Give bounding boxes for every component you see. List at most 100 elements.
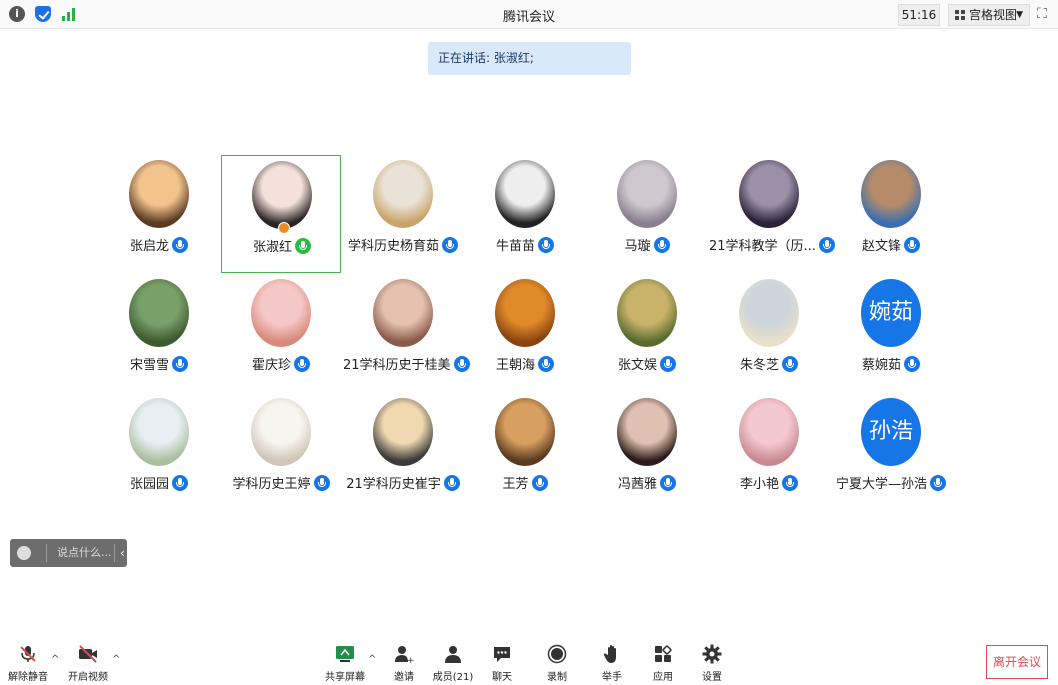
mic-icon — [294, 356, 310, 372]
mic-icon — [531, 475, 548, 491]
participant-tile[interactable]: 21学科历史于桂美 — [343, 274, 470, 392]
participant-tile[interactable]: 赵文锋 — [831, 155, 951, 273]
participant-name: 霍庆珍 — [221, 354, 341, 373]
avatar — [251, 279, 311, 347]
unmute-button[interactable]: 解除静音 — [2, 640, 54, 684]
speaking-banner: 正在讲话: 张淑红; — [428, 42, 631, 75]
avatar — [861, 160, 921, 228]
chat-input[interactable]: 说点什么... — [57, 539, 112, 567]
participant-tile[interactable]: 朱冬芝 — [709, 274, 829, 392]
settings-button[interactable]: 设置 — [686, 640, 738, 684]
participant-tile[interactable]: 21学科教学（历... — [709, 155, 835, 273]
participant-name: 张淑红 — [222, 236, 342, 255]
view-mode-label: 宫格视图 — [969, 8, 1018, 22]
participant-tile[interactable]: 21学科历史崔宇 — [343, 393, 463, 511]
participant-tile[interactable]: 冯茜雅 — [587, 393, 707, 511]
participant-tile[interactable]: 马璇 — [587, 155, 707, 273]
chevron-down-icon: ▼ — [1016, 10, 1023, 20]
participant-name: 赵文锋 — [831, 235, 951, 254]
avatar — [373, 279, 433, 347]
participant-tile[interactable]: 张启龙 — [99, 155, 219, 273]
hand-icon — [603, 645, 616, 663]
participant-name: 牛苗苗 — [465, 235, 585, 254]
mic-icon — [653, 237, 670, 253]
chevron-up-icon[interactable]: ^ — [368, 654, 376, 665]
raise-hand-button[interactable]: 举手 — [586, 640, 638, 684]
participant-tile[interactable]: 张淑红 — [221, 155, 341, 273]
participant-name: 21学科教学（历... — [709, 235, 835, 254]
mic-icon — [295, 238, 311, 254]
share-screen-icon — [336, 646, 354, 662]
avatar — [129, 279, 189, 347]
mic-icon — [443, 475, 460, 491]
participant-tile[interactable]: 张文娱 — [587, 274, 707, 392]
members-icon — [445, 646, 461, 663]
participant-name: 张园园 — [99, 473, 219, 492]
participant-name: 蔡婉茹 — [831, 354, 951, 373]
emoji-icon[interactable] — [17, 546, 31, 560]
mic-icon — [660, 356, 676, 372]
share-screen-button[interactable]: 共享屏幕 — [319, 640, 371, 684]
avatar: 孙浩 — [861, 398, 921, 466]
participant-tile[interactable]: 李小艳 — [709, 393, 829, 511]
avatar — [373, 398, 433, 466]
video-off-icon — [79, 645, 97, 663]
mic-icon — [172, 475, 188, 491]
mic-icon — [904, 356, 920, 372]
apps-button[interactable]: 应用 — [637, 640, 689, 684]
participant-tile[interactable]: 牛苗苗 — [465, 155, 585, 273]
svg-text:+: + — [407, 656, 414, 664]
invite-button[interactable]: + 邀请 — [378, 640, 430, 684]
avatar — [495, 279, 555, 347]
mic-muted-icon — [20, 646, 36, 662]
participant-name: 学科历史杨育茹 — [343, 235, 463, 254]
participant-name: 朱冬芝 — [709, 354, 829, 373]
mic-icon — [172, 237, 188, 253]
participant-name: 张启龙 — [99, 235, 219, 254]
avatar — [373, 160, 433, 228]
avatar — [129, 160, 189, 228]
leave-meeting-button[interactable]: 离开会议 — [986, 645, 1048, 679]
participant-tile[interactable]: 张园园 — [99, 393, 219, 511]
participant-tile[interactable]: 婉茹 蔡婉茹 — [831, 274, 951, 392]
participant-tile[interactable]: 霍庆珍 — [221, 274, 341, 392]
avatar — [739, 398, 799, 466]
mic-icon — [172, 356, 188, 372]
participant-tile[interactable]: 学科历史杨育茹 — [343, 155, 463, 273]
avatar — [617, 160, 677, 228]
chat-bar[interactable]: 说点什么... ‹ — [10, 539, 127, 567]
mic-icon — [442, 237, 458, 253]
mic-icon — [930, 475, 946, 491]
grid-icon — [955, 10, 965, 20]
apps-icon — [655, 645, 672, 662]
chevron-up-icon[interactable]: ^ — [112, 654, 120, 665]
participant-name: 张文娱 — [587, 354, 707, 373]
participant-tile[interactable]: 孙浩 宁夏大学—孙浩 — [831, 393, 951, 511]
fullscreen-icon[interactable]: ⛶ — [1037, 7, 1051, 21]
mic-icon — [538, 356, 554, 372]
avatar — [129, 398, 189, 466]
participant-name: 21学科历史于桂美 — [343, 354, 470, 373]
participant-tile[interactable]: 王芳 — [465, 393, 585, 511]
avatar — [617, 398, 677, 466]
participant-name: 冯茜雅 — [587, 473, 707, 492]
participant-name: 21学科历史崔宇 — [343, 473, 463, 492]
chevron-up-icon[interactable]: ^ — [51, 654, 59, 665]
chat-button[interactable]: 聊天 — [476, 640, 528, 684]
participant-name: 马璇 — [587, 235, 707, 254]
avatar — [739, 160, 799, 228]
start-video-button[interactable]: 开启视频 — [62, 640, 114, 684]
participant-tile[interactable]: 宋雪雪 — [99, 274, 219, 392]
invite-icon: + — [395, 646, 414, 664]
collapse-chevron-icon[interactable]: ‹ — [120, 539, 125, 567]
chat-icon — [494, 647, 510, 662]
participant-tile[interactable]: 王朝海 — [465, 274, 585, 392]
record-button[interactable]: 录制 — [531, 640, 583, 684]
participant-tile[interactable]: 学科历史王婷 — [221, 393, 341, 511]
view-mode-button[interactable]: 宫格视图 ▼ — [948, 4, 1030, 26]
bottom-toolbar: 解除静音 ^ 开启视频 ^ 共享屏幕 ^ + 邀请 成员(21) 聊天 录制 举… — [0, 640, 1058, 685]
participant-name: 王朝海 — [465, 354, 585, 373]
mic-icon — [782, 356, 798, 372]
record-icon — [547, 644, 567, 664]
members-button[interactable]: 成员(21) — [427, 640, 479, 684]
